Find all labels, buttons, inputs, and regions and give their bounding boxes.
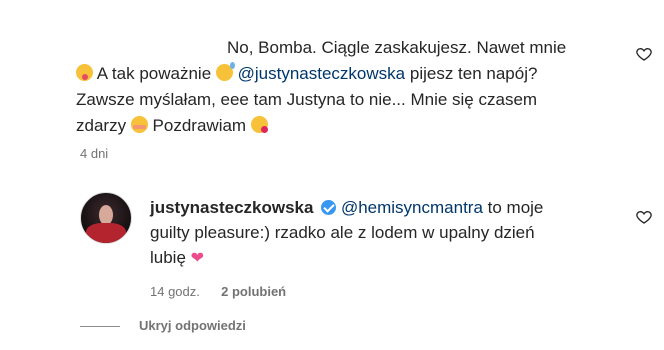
comment-time: 4 dni (80, 146, 109, 161)
comment-text-seg: Pozdrawiam (152, 116, 247, 135)
hide-replies-button[interactable]: Ukryj odpowiedzi (139, 318, 246, 333)
avatar-face (99, 205, 113, 225)
reply-text-seg: to moje (487, 198, 544, 217)
reply-username[interactable]: justynasteczkowska (150, 198, 313, 217)
comment-text-seg: pijesz ten napój? (409, 64, 538, 83)
mention-link[interactable]: @justynasteczkowska (238, 64, 406, 83)
reply-line-1: justynasteczkowska @hemisyncmantra to mo… (150, 196, 543, 219)
sweat-smile-icon (215, 62, 235, 81)
blush-icon (130, 116, 148, 133)
like-heart-icon[interactable] (636, 46, 652, 62)
reply-likes[interactable]: 2 polubień (221, 284, 286, 299)
reply-line-2: guilty pleasure:) rzadko ale z lodem w u… (150, 223, 535, 242)
like-heart-icon[interactable] (636, 209, 652, 225)
verified-badge-icon (321, 200, 337, 215)
reply-meta: 14 godz. 2 polubień (150, 284, 286, 299)
avatar-outfit (86, 223, 126, 243)
reply-text-seg: lubię (150, 248, 186, 267)
comment-line-3: Zawsze myślałam, eee tam Justyna to nie.… (76, 90, 538, 109)
comment-line-2: A tak poważnie @justynasteczkowska pijes… (76, 62, 537, 85)
mention-link[interactable]: @hemisyncmantra (341, 198, 483, 217)
comment-line-4: zdarzy Pozdrawiam (76, 114, 268, 137)
comment-line-1: No, Bomba. Ciągle zaskakujesz. Nawet mni… (227, 38, 567, 57)
comment-text-seg: zdarzy (76, 116, 127, 135)
face-tongue-icon (76, 64, 93, 81)
reply-time: 14 godz. (150, 284, 200, 299)
pink-heart-icon: ❤ (190, 250, 205, 267)
avatar[interactable] (80, 192, 132, 244)
kiss-icon (250, 116, 268, 133)
hide-replies-divider (80, 326, 120, 327)
reply-line-3: lubię ❤ (150, 246, 204, 270)
comment-text-seg: A tak poważnie (96, 64, 212, 83)
